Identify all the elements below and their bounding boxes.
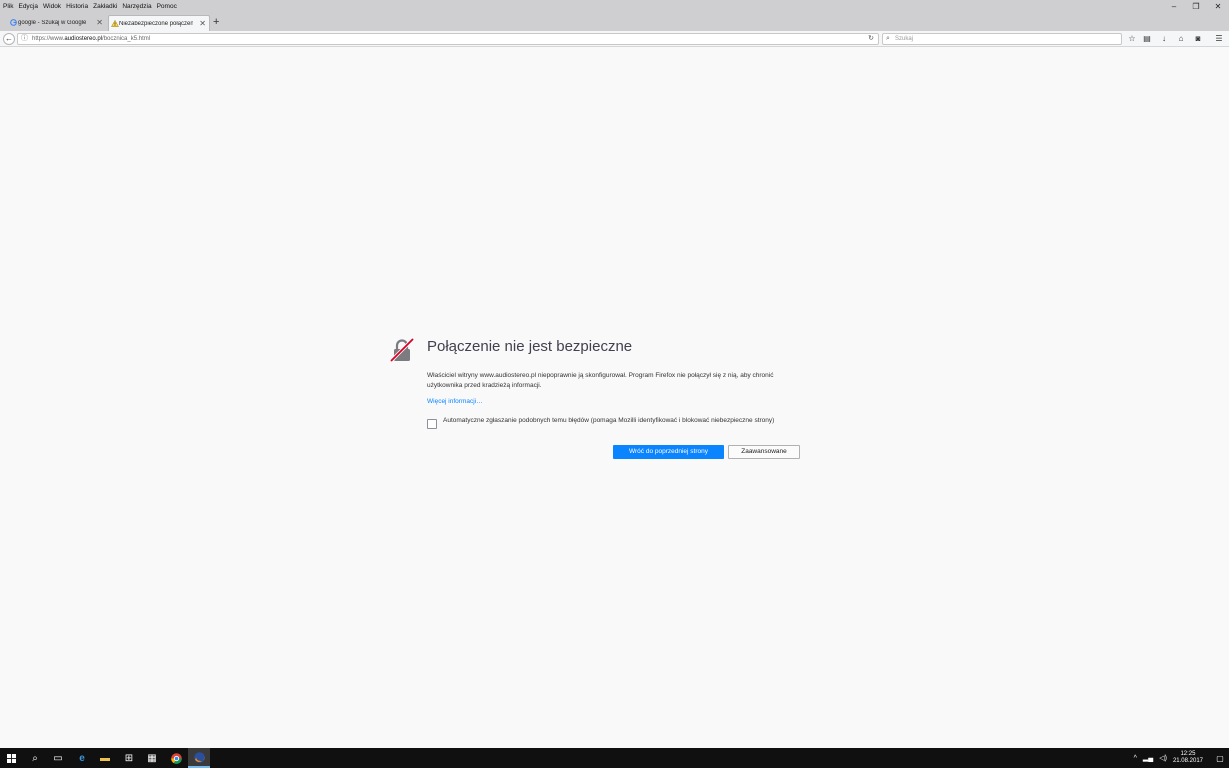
url-prefix: https://www. xyxy=(32,36,65,42)
menu-widok[interactable]: Widok xyxy=(43,3,61,10)
report-errors-label: Automatyczne zgłaszanie podobnych temu b… xyxy=(443,417,775,424)
pocket-icon[interactable]: ◙ xyxy=(1191,33,1205,45)
minimize-button[interactable]: – xyxy=(1163,0,1185,13)
reload-icon[interactable]: ↻ xyxy=(868,34,874,44)
error-description: Właściciel witryny www.audiostereo.pl ni… xyxy=(427,372,774,389)
firefox-icon[interactable] xyxy=(188,748,210,768)
navigation-bar: ← ⓘ https://www.audiostereo.pl/bocznica_… xyxy=(0,31,1229,47)
tab-label: Niezabezpieczone połączenie xyxy=(119,20,193,27)
menu-historia[interactable]: Historia xyxy=(66,3,88,10)
calculator-icon[interactable]: ▦ xyxy=(141,748,163,768)
go-back-button[interactable]: Wróć do poprzedniej strony xyxy=(613,445,724,459)
warning-icon xyxy=(111,19,119,27)
clock[interactable]: 12:25 21.08.2017 xyxy=(1173,751,1203,765)
tab-insecure-connection[interactable]: Niezabezpieczone połączenie ✕ xyxy=(108,15,210,31)
network-icon[interactable]: ▂▄ xyxy=(1143,754,1153,762)
advanced-button[interactable]: Zaawansowane xyxy=(728,445,800,459)
menu-bar: Plik Edycja Widok Historia Zakładki Narz… xyxy=(0,0,1229,13)
windows-taskbar: ⌕ ▭ e ▬ ⊞ ▦ ^ ▂▄ ◁) 12:25 21.08.2017 ▢ xyxy=(0,748,1229,768)
page-title: Połączenie nie jest bezpieczne xyxy=(427,338,633,355)
menu-edycja[interactable]: Edycja xyxy=(18,3,38,10)
search-icon[interactable]: ⌕ xyxy=(24,748,46,768)
bookmark-star-icon[interactable]: ☆ xyxy=(1125,33,1139,45)
chevron-up-icon[interactable]: ^ xyxy=(1134,755,1137,762)
tab-strip: google - Szukaj w Google ✕ Niezabezpiecz… xyxy=(0,13,1229,31)
url-domain: audiostereo.pl xyxy=(64,36,103,42)
store-icon[interactable]: ⊞ xyxy=(118,748,140,768)
search-placeholder: Szukaj xyxy=(895,36,914,42)
task-view-icon[interactable]: ▭ xyxy=(47,748,69,768)
volume-icon[interactable]: ◁) xyxy=(1159,754,1167,762)
url-bar[interactable]: ⓘ https://www.audiostereo.pl/bocznica_k5… xyxy=(17,33,879,45)
back-button[interactable]: ← xyxy=(3,33,15,45)
menu-zakladki[interactable]: Zakładki xyxy=(93,3,117,10)
clock-date: 21.08.2017 xyxy=(1172,758,1203,764)
edge-icon[interactable]: e xyxy=(71,748,93,768)
windows-start-icon[interactable] xyxy=(0,748,22,768)
file-explorer-icon[interactable]: ▬ xyxy=(94,748,116,768)
close-tab-icon[interactable]: ✕ xyxy=(199,19,206,28)
search-icon: ⌕ xyxy=(886,35,890,42)
page-content xyxy=(0,48,1229,748)
menu-narzedzia[interactable]: Narzędzia xyxy=(122,3,151,10)
notifications-icon[interactable]: ▢ xyxy=(1211,754,1229,763)
new-tab-icon[interactable]: + xyxy=(213,16,219,28)
system-tray: ^ ▂▄ ◁) 12:25 21.08.2017 ▢ xyxy=(1134,748,1229,768)
report-errors-checkbox[interactable] xyxy=(427,419,437,429)
learn-more-link[interactable]: Więcej informacji… xyxy=(427,398,483,405)
library-icon[interactable]: ▤ xyxy=(1140,33,1154,45)
google-g-icon xyxy=(10,19,17,26)
window-controls: – ❐ ✕ xyxy=(1163,0,1229,13)
menu-plik[interactable]: Plik xyxy=(3,3,13,10)
home-icon[interactable]: ⌂ xyxy=(1174,33,1188,45)
close-tab-icon[interactable]: ✕ xyxy=(96,18,103,27)
url-path: /bocznica_k5.html xyxy=(102,36,151,42)
broken-lock-icon xyxy=(389,337,415,363)
tab-google[interactable]: google - Szukaj w Google ✕ xyxy=(8,15,106,31)
menu-pomoc[interactable]: Pomoc xyxy=(157,3,177,10)
close-window-button[interactable]: ✕ xyxy=(1207,0,1229,13)
search-bar[interactable]: ⌕ Szukaj xyxy=(882,33,1122,45)
download-icon[interactable]: ↓ xyxy=(1157,33,1171,45)
info-icon[interactable]: ⓘ xyxy=(21,34,28,44)
restore-button[interactable]: ❐ xyxy=(1185,0,1207,13)
hamburger-menu-icon[interactable]: ☰ xyxy=(1212,33,1226,45)
chrome-icon[interactable] xyxy=(165,748,187,768)
clock-time: 12:25 xyxy=(1180,751,1196,757)
tab-label: google - Szukaj w Google xyxy=(18,20,87,26)
